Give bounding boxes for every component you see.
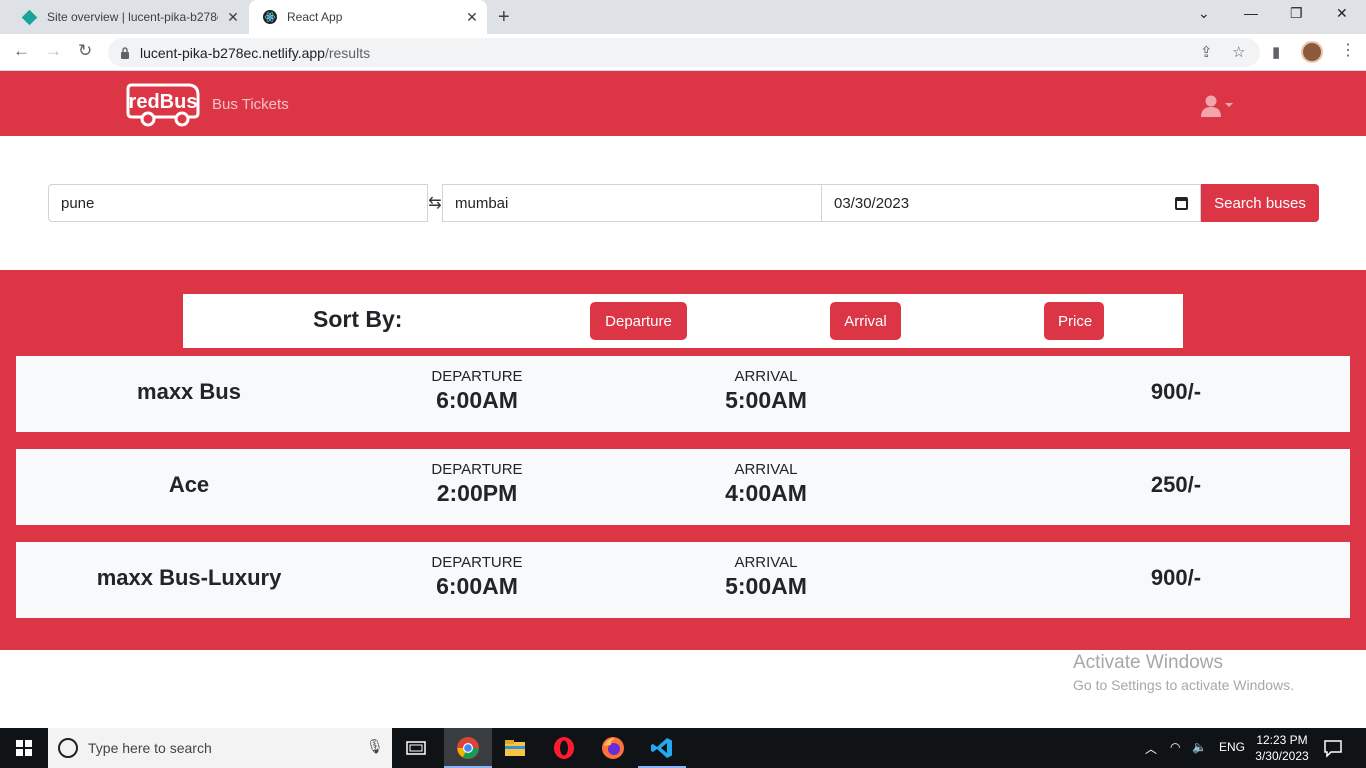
- cortana-circle-icon: [58, 738, 78, 758]
- search-form: ⇆ 03/30/2023 Search buses: [48, 184, 1319, 222]
- microphone-icon[interactable]: 🎙: [366, 738, 384, 755]
- activate-windows-subtitle: Go to Settings to activate Windows.: [1073, 677, 1294, 693]
- results-section: Sort By: Departure Arrival Price maxx Bu…: [0, 270, 1366, 650]
- forward-arrow-icon[interactable]: →: [45, 41, 62, 61]
- activate-windows-title: Activate Windows: [1073, 652, 1223, 673]
- side-panel-icon[interactable]: ▮: [1272, 43, 1280, 61]
- bus-name: Ace: [168, 472, 210, 497]
- vscode-taskbar-button[interactable]: [638, 728, 686, 768]
- notification-center-icon[interactable]: [1321, 736, 1345, 760]
- bus-name: maxx Bus-Luxury: [96, 565, 282, 590]
- bus-result-card[interactable]: maxx Bus-Luxury DEPARTURE 6:00AM ARRIVAL…: [16, 542, 1350, 618]
- departure-label: DEPARTURE: [431, 368, 523, 385]
- swap-arrows-icon[interactable]: ⇆: [428, 193, 442, 213]
- sort-price-button[interactable]: Price: [1044, 302, 1104, 340]
- arrival-label: ARRIVAL: [734, 554, 798, 571]
- date-value: 03/30/2023: [834, 194, 910, 212]
- new-tab-icon[interactable]: +: [498, 6, 510, 29]
- arrival-label: ARRIVAL: [734, 461, 798, 478]
- url-path: /results: [324, 44, 371, 61]
- arrival-column: ARRIVAL 5:00AM: [666, 554, 866, 600]
- windows-start-icon[interactable]: [16, 740, 32, 756]
- sort-by-label: Sort By:: [313, 306, 403, 332]
- chrome-icon: [457, 737, 479, 759]
- windows-taskbar: Type here to search 🎙 ︿ ◠ 🔈 ENG 12:23 PM…: [0, 728, 1366, 768]
- arrival-label: ARRIVAL: [734, 368, 798, 385]
- volume-icon[interactable]: 🔈: [1192, 740, 1207, 754]
- show-hidden-icons-chevron-icon[interactable]: ︿: [1145, 740, 1157, 757]
- chrome-taskbar-button[interactable]: [444, 728, 492, 768]
- sort-departure-button[interactable]: Departure: [590, 302, 687, 340]
- redbus-logo[interactable]: redBus: [126, 81, 202, 127]
- share-icon[interactable]: ⇪: [1200, 43, 1213, 61]
- clock-date: 3/30/2023: [1255, 749, 1309, 763]
- menu-kebab-icon[interactable]: ⋮: [1340, 40, 1356, 60]
- app-navbar: redBus Bus Tickets: [0, 71, 1366, 136]
- lock-icon: [121, 46, 129, 59]
- tab-search-chevron-icon[interactable]: ⌄: [1198, 5, 1210, 22]
- close-icon[interactable]: ✕: [457, 9, 487, 26]
- arrival-time: 5:00AM: [725, 387, 807, 413]
- arrival-time: 4:00AM: [725, 480, 807, 506]
- bookmark-star-icon[interactable]: ☆: [1232, 43, 1245, 61]
- to-city-input[interactable]: [442, 184, 822, 222]
- bus-result-card[interactable]: Ace DEPARTURE 2:00PM ARRIVAL 4:00AM 250/…: [16, 449, 1350, 525]
- arrival-column: ARRIVAL 5:00AM: [666, 368, 866, 414]
- bus-price: 900/-: [1150, 379, 1202, 404]
- vscode-icon: [651, 738, 672, 758]
- departure-column: DEPARTURE 2:00PM: [377, 461, 577, 507]
- task-view-icon[interactable]: [404, 736, 428, 760]
- journey-date-input[interactable]: 03/30/2023: [822, 184, 1201, 222]
- from-city-input[interactable]: [48, 184, 428, 222]
- tab-site-overview[interactable]: Site overview | lucent-pika-b278ec ✕: [8, 0, 248, 34]
- taskbar-clock[interactable]: 12:23 PM 3/30/2023: [1255, 732, 1309, 764]
- taskbar-search-box[interactable]: Type here to search 🎙: [48, 728, 392, 768]
- file-explorer-icon[interactable]: [503, 736, 527, 760]
- window-close-icon[interactable]: ✕: [1336, 5, 1348, 22]
- arrival-column: ARRIVAL 4:00AM: [666, 461, 866, 507]
- netlify-favicon-icon: [21, 9, 38, 25]
- tab-react-app[interactable]: React App ✕: [249, 0, 487, 34]
- departure-time: 6:00AM: [436, 573, 518, 599]
- minimize-icon[interactable]: —: [1244, 5, 1258, 21]
- sort-bar: Sort By: Departure Arrival Price: [183, 294, 1183, 348]
- reload-icon[interactable]: ↻: [78, 41, 92, 61]
- taskbar-search-placeholder: Type here to search: [88, 740, 212, 756]
- tab-title: Site overview | lucent-pika-b278ec: [47, 10, 218, 24]
- user-dropdown-icon[interactable]: [1200, 94, 1234, 118]
- bus-result-card[interactable]: maxx Bus DEPARTURE 6:00AM ARRIVAL 5:00AM…: [16, 356, 1350, 432]
- sort-arrival-button[interactable]: Arrival: [830, 302, 901, 340]
- profile-avatar[interactable]: [1301, 41, 1323, 63]
- maximize-icon[interactable]: ❐: [1290, 5, 1303, 22]
- browser-tab-bar: Site overview | lucent-pika-b278ec ✕ Rea…: [0, 0, 1366, 34]
- calendar-icon[interactable]: [1175, 196, 1188, 210]
- language-indicator[interactable]: ENG: [1219, 740, 1245, 754]
- react-favicon-icon: [263, 10, 277, 24]
- url-host: lucent-pika-b278ec.netlify.app: [140, 44, 325, 61]
- bus-tickets-link[interactable]: Bus Tickets: [212, 96, 289, 113]
- bus-name: maxx Bus: [137, 379, 241, 404]
- search-buses-button[interactable]: Search buses: [1201, 184, 1319, 222]
- arrival-time: 5:00AM: [725, 573, 807, 599]
- address-toolbar: ← → ↻ lucent-pika-b278ec.netlify.app/res…: [0, 34, 1366, 71]
- clock-time: 12:23 PM: [1256, 733, 1308, 747]
- departure-label: DEPARTURE: [431, 461, 523, 478]
- departure-column: DEPARTURE 6:00AM: [377, 368, 577, 414]
- departure-label: DEPARTURE: [431, 554, 523, 571]
- url-bar[interactable]: lucent-pika-b278ec.netlify.app/results: [108, 38, 1260, 67]
- firefox-icon[interactable]: [601, 736, 625, 760]
- departure-time: 2:00PM: [436, 480, 518, 506]
- network-icon[interactable]: ◠: [1170, 740, 1180, 754]
- opera-icon[interactable]: [552, 736, 576, 760]
- close-icon[interactable]: ✕: [218, 9, 248, 26]
- bus-price: 900/-: [1150, 565, 1202, 590]
- bus-price: 250/-: [1150, 472, 1202, 497]
- tab-title: React App: [287, 10, 343, 24]
- svg-text:redBus: redBus: [129, 91, 198, 113]
- back-arrow-icon[interactable]: ←: [13, 41, 30, 61]
- departure-time: 6:00AM: [436, 387, 518, 413]
- departure-column: DEPARTURE 6:00AM: [377, 554, 577, 600]
